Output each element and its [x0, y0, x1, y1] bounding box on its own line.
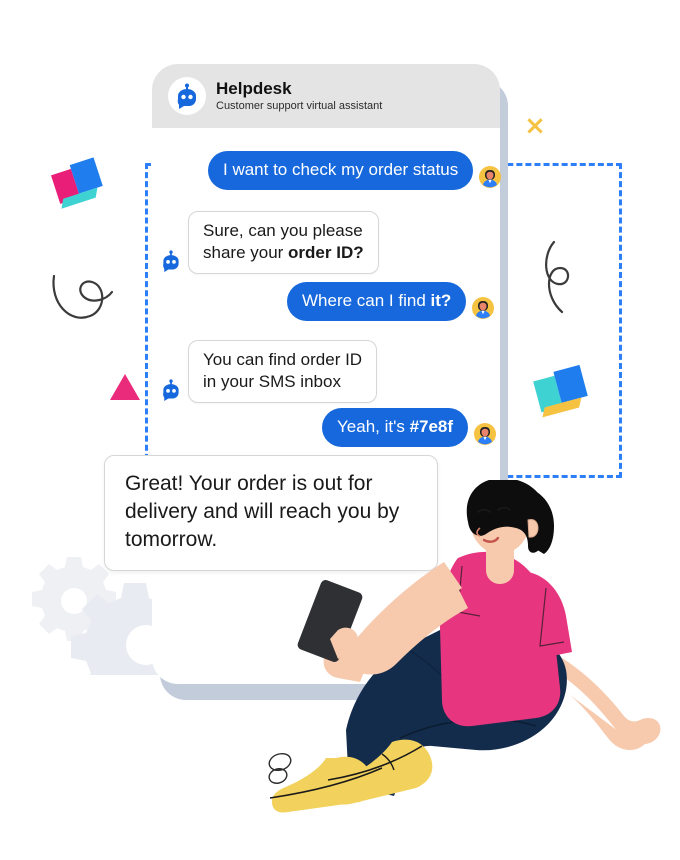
message-text-bold: #7e8f	[409, 417, 454, 436]
cube-icon	[50, 157, 110, 217]
header-subtitle: Customer support virtual assistant	[216, 100, 383, 112]
message-bubble: I want to check my order status	[208, 151, 474, 190]
chat-message-user[interactable]: I want to check my order status	[208, 151, 502, 190]
user-avatar-icon	[472, 297, 495, 319]
user-avatar-icon	[474, 423, 497, 445]
message-line: Sure, can you please	[203, 221, 363, 240]
robot-icon	[160, 250, 182, 272]
chat-message-user[interactable]: Yeah, it's #7e8f	[322, 408, 497, 447]
page-title: Helpdesk	[216, 79, 292, 98]
seated-woman-illustration	[250, 478, 670, 825]
illustration-canvas: × Helpdesk Customer support virtual assi…	[0, 0, 680, 860]
message-text: Yeah, it's	[337, 417, 410, 436]
message-line: You can find order ID	[203, 350, 363, 369]
chat-header: Helpdesk Customer support virtual assist…	[152, 64, 500, 128]
close-icon[interactable]: ×	[523, 113, 547, 139]
robot-icon	[168, 77, 206, 115]
message-text-bold: order ID?	[288, 243, 364, 262]
message-text: share your	[203, 243, 289, 262]
message-bubble: Sure, can you please share your order ID…	[188, 211, 379, 274]
chat-message-bot[interactable]: Sure, can you please share your order ID…	[160, 211, 379, 274]
message-bubble: Where can I find it?	[287, 282, 467, 321]
message-line: in your SMS inbox	[203, 372, 341, 391]
message-bubble: You can find order ID in your SMS inbox	[188, 340, 378, 403]
triangle-icon	[110, 374, 140, 400]
message-line: share your order ID?	[203, 242, 364, 264]
squiggle-icon	[48, 258, 118, 343]
message-text-bold: it?	[430, 291, 452, 310]
squiggle-icon	[538, 238, 584, 329]
chat-message-user[interactable]: Where can I find it?	[287, 282, 495, 321]
message-text: Where can I find	[302, 291, 431, 310]
robot-icon	[160, 379, 182, 401]
chat-message-bot[interactable]: You can find order ID in your SMS inbox	[160, 340, 378, 403]
user-avatar-icon	[479, 166, 502, 188]
message-bubble: Yeah, it's #7e8f	[322, 408, 469, 447]
